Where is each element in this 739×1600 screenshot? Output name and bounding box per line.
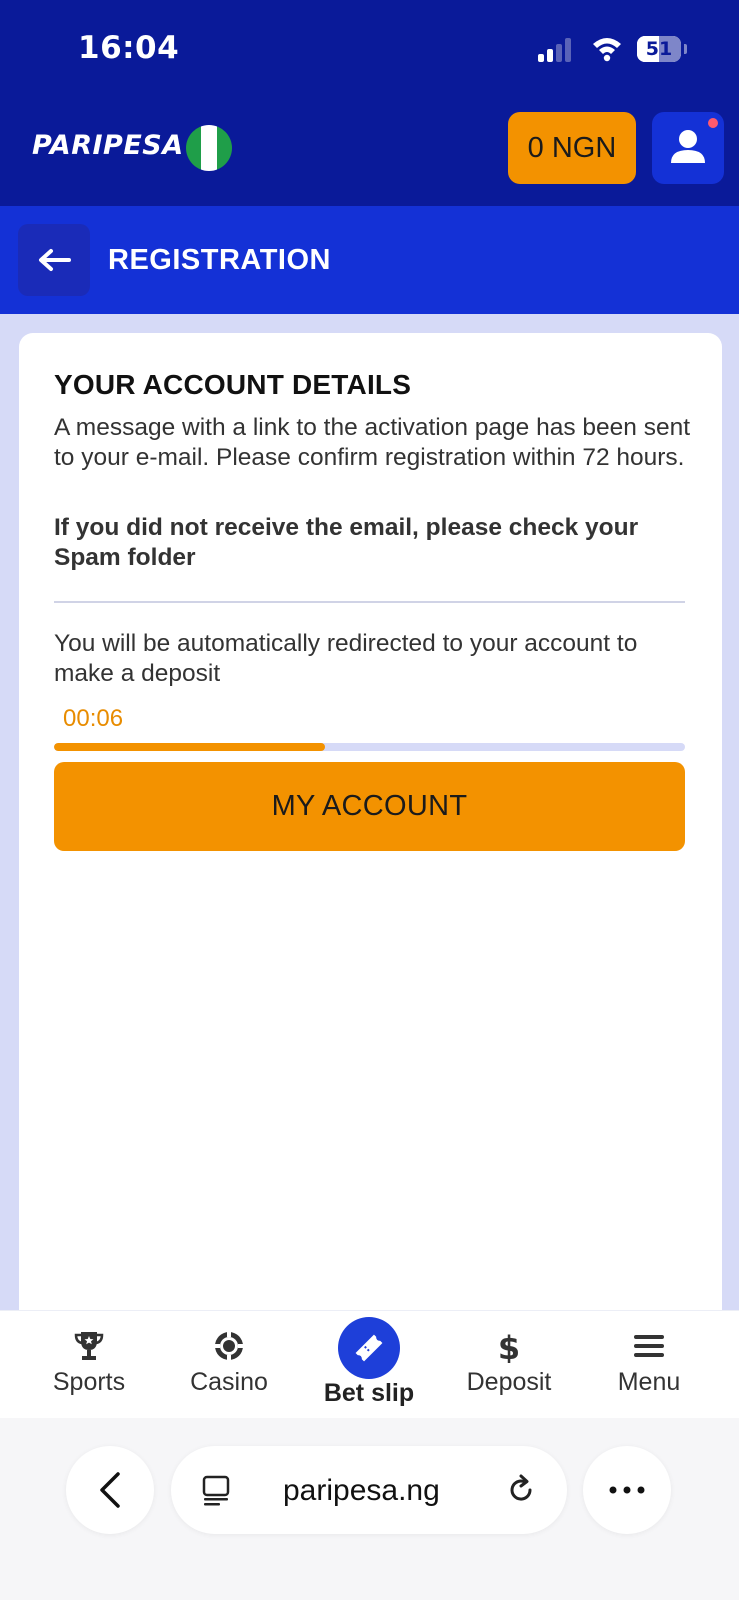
- back-button[interactable]: [18, 224, 90, 296]
- account-details-card: YOUR ACCOUNT DETAILS A message with a li…: [19, 333, 722, 1333]
- bet-slip-badge: [338, 1317, 400, 1379]
- nav-label-bet-slip: Bet slip: [323, 1379, 415, 1407]
- browser-toolbar: paripesa.ng: [0, 1418, 739, 1600]
- browser-more-button[interactable]: [583, 1446, 671, 1534]
- more-icon: [609, 1486, 645, 1494]
- cellular-signal-icon: [538, 38, 578, 62]
- status-time: 16:04: [78, 30, 180, 66]
- chevron-left-icon: [100, 1472, 120, 1508]
- redirect-message: You will be automatically redirected to …: [54, 630, 638, 687]
- redirect-progress-fill: [54, 743, 326, 751]
- nav-label-sports: Sports: [52, 1368, 126, 1396]
- reader-icon[interactable]: [201, 1474, 231, 1508]
- reload-icon[interactable]: [503, 1472, 539, 1508]
- battery-level: 51: [645, 38, 673, 60]
- nav-label-menu: Menu: [617, 1368, 681, 1396]
- nav-sports[interactable]: Sports: [29, 1311, 149, 1419]
- profile-button[interactable]: [652, 112, 724, 184]
- app-header: PARIPESA 0 NGN: [0, 100, 739, 206]
- ticket-icon: [355, 1334, 383, 1362]
- battery-tip: [684, 44, 687, 54]
- my-account-button[interactable]: MY ACCOUNT: [54, 762, 685, 851]
- paripesa-logo[interactable]: PARIPESA: [32, 130, 184, 161]
- countdown-timer: 00:06: [63, 705, 124, 732]
- address-bar[interactable]: paripesa.ng: [171, 1446, 567, 1534]
- trophy-icon: [74, 1332, 104, 1360]
- browser-back-button[interactable]: [66, 1446, 154, 1534]
- page-subheader: REGISTRATION: [0, 206, 739, 314]
- nav-casino[interactable]: Casino: [169, 1311, 289, 1419]
- nav-menu[interactable]: Menu: [589, 1311, 709, 1419]
- spam-warning: If you did not receive the email, please…: [54, 514, 639, 571]
- card-title: YOUR ACCOUNT DETAILS: [54, 369, 412, 400]
- bottom-nav: Sports Casino Bet slip $ Deposit Menu: [0, 1310, 739, 1419]
- redirect-progress-bar: [54, 743, 685, 751]
- nav-label-casino: Casino: [190, 1368, 268, 1396]
- hamburger-icon: [634, 1335, 664, 1357]
- battery-icon: 51: [637, 36, 681, 62]
- balance-button[interactable]: 0 NGN: [508, 112, 636, 184]
- casino-chip-icon: [215, 1332, 243, 1360]
- wifi-icon: [593, 38, 621, 62]
- url-text: paripesa.ng: [283, 1474, 440, 1507]
- arrow-left-icon: [39, 249, 71, 271]
- notification-dot: [708, 118, 718, 128]
- nigeria-flag-icon[interactable]: [186, 125, 232, 171]
- nav-deposit[interactable]: $ Deposit: [449, 1311, 569, 1419]
- nav-label-deposit: Deposit: [466, 1368, 552, 1396]
- activation-message: A message with a link to the activation …: [54, 414, 691, 471]
- status-bar: 16:04 51: [0, 0, 739, 100]
- page-title: REGISTRATION: [108, 244, 331, 276]
- divider: [54, 601, 685, 603]
- dollar-icon: $: [498, 1329, 520, 1363]
- nav-bet-slip[interactable]: Bet slip: [309, 1311, 429, 1419]
- svg-text:$: $: [498, 1329, 520, 1363]
